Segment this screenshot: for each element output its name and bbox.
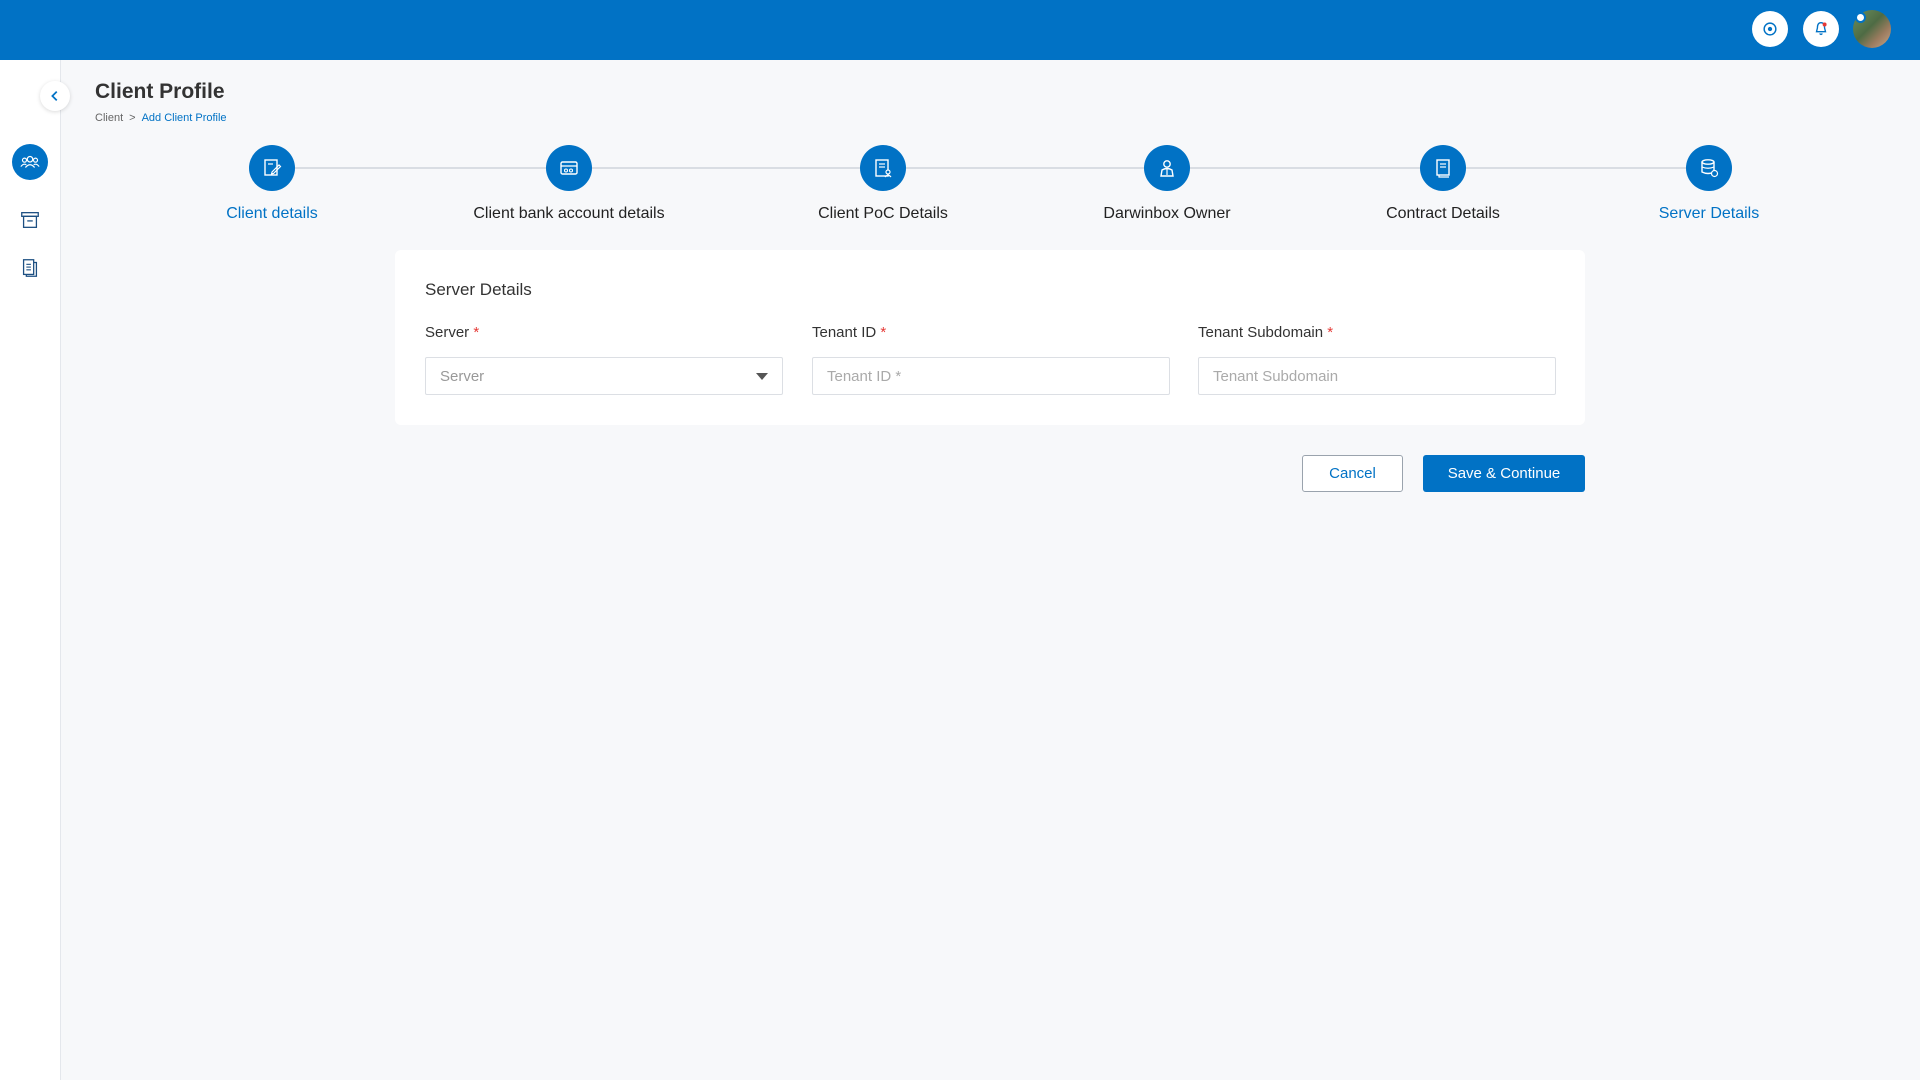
step-label: Client details: [226, 205, 318, 222]
tenant-id-input[interactable]: [827, 367, 1155, 385]
top-navigation-bar: [0, 0, 1920, 60]
tenant-subdomain-label: Tenant Subdomain *: [1198, 324, 1333, 341]
server-label: Server *: [425, 324, 479, 341]
contact-document-icon: [875, 159, 892, 178]
step-darwinbox-owner[interactable]: Darwinbox Owner: [1057, 145, 1277, 223]
step-label: Contract Details: [1386, 205, 1500, 222]
archive-box-icon: [21, 212, 39, 228]
sidebar-item-archive[interactable]: [12, 202, 48, 238]
documents-icon: [22, 259, 38, 277]
step-label: Client bank account details: [473, 205, 665, 222]
step-client-poc-details[interactable]: Client PoC Details: [773, 145, 993, 223]
breadcrumb-separator: >: [129, 112, 136, 124]
notification-icon: [1815, 22, 1827, 36]
server-details-card: Server Details Server * Server Tenant ID…: [395, 250, 1585, 425]
step-circle: [860, 145, 906, 191]
step-server-details[interactable]: Server Details: [1599, 145, 1819, 223]
sidebar-item-clients[interactable]: [12, 144, 48, 180]
owner-person-icon: [1160, 160, 1174, 177]
dropdown-caret-icon: [756, 373, 768, 380]
step-circle: [249, 145, 295, 191]
notification-button[interactable]: [1803, 11, 1839, 47]
step-circle: [1144, 145, 1190, 191]
tenant-id-label: Tenant ID *: [812, 324, 886, 341]
page-title: Client Profile: [95, 80, 225, 103]
avatar-status-dot: [1855, 12, 1866, 23]
tenant-subdomain-input[interactable]: [1213, 367, 1541, 385]
breadcrumb: Client > Add Client Profile: [95, 112, 227, 124]
step-circle: [546, 145, 592, 191]
sidebar: [0, 60, 61, 1080]
tenant-id-label-text: Tenant ID: [812, 324, 877, 341]
clients-group-icon: [20, 155, 40, 168]
step-label: Client PoC Details: [818, 205, 948, 222]
step-label: Darwinbox Owner: [1103, 205, 1231, 222]
step-circle: [1686, 145, 1732, 191]
server-database-icon: [1701, 159, 1719, 178]
edit-document-icon: [264, 159, 282, 176]
server-select-placeholder: Server: [440, 367, 485, 385]
required-mark: *: [1327, 324, 1334, 341]
bank-card-icon: [560, 161, 578, 175]
sidebar-collapse-button[interactable]: [40, 81, 70, 111]
required-mark: *: [880, 324, 887, 341]
chevron-left-icon: [51, 91, 58, 101]
card-title: Server Details: [425, 280, 532, 299]
contract-icon: [1436, 159, 1450, 178]
step-client-bank-account-details[interactable]: Client bank account details: [459, 145, 679, 223]
tenant-id-field-wrapper: [812, 357, 1170, 395]
breadcrumb-current: Add Client Profile: [141, 112, 227, 124]
sidebar-item-documents[interactable]: [12, 250, 48, 286]
settings-icon: [1763, 22, 1777, 36]
required-mark: *: [473, 324, 480, 341]
step-contract-details[interactable]: Contract Details: [1333, 145, 1553, 223]
tenant-subdomain-field-wrapper: [1198, 357, 1556, 395]
breadcrumb-root-link[interactable]: Client: [95, 112, 123, 124]
step-circle: [1420, 145, 1466, 191]
step-client-details[interactable]: Client details: [162, 145, 382, 223]
user-avatar[interactable]: [1853, 10, 1891, 48]
step-label: Server Details: [1658, 205, 1760, 222]
server-select[interactable]: Server: [425, 357, 783, 395]
save-and-continue-button[interactable]: Save & Continue: [1423, 455, 1585, 492]
server-label-text: Server: [425, 324, 470, 341]
settings-button[interactable]: [1752, 11, 1788, 47]
cancel-button[interactable]: Cancel: [1302, 455, 1403, 492]
tenant-subdomain-label-text: Tenant Subdomain: [1198, 324, 1324, 341]
